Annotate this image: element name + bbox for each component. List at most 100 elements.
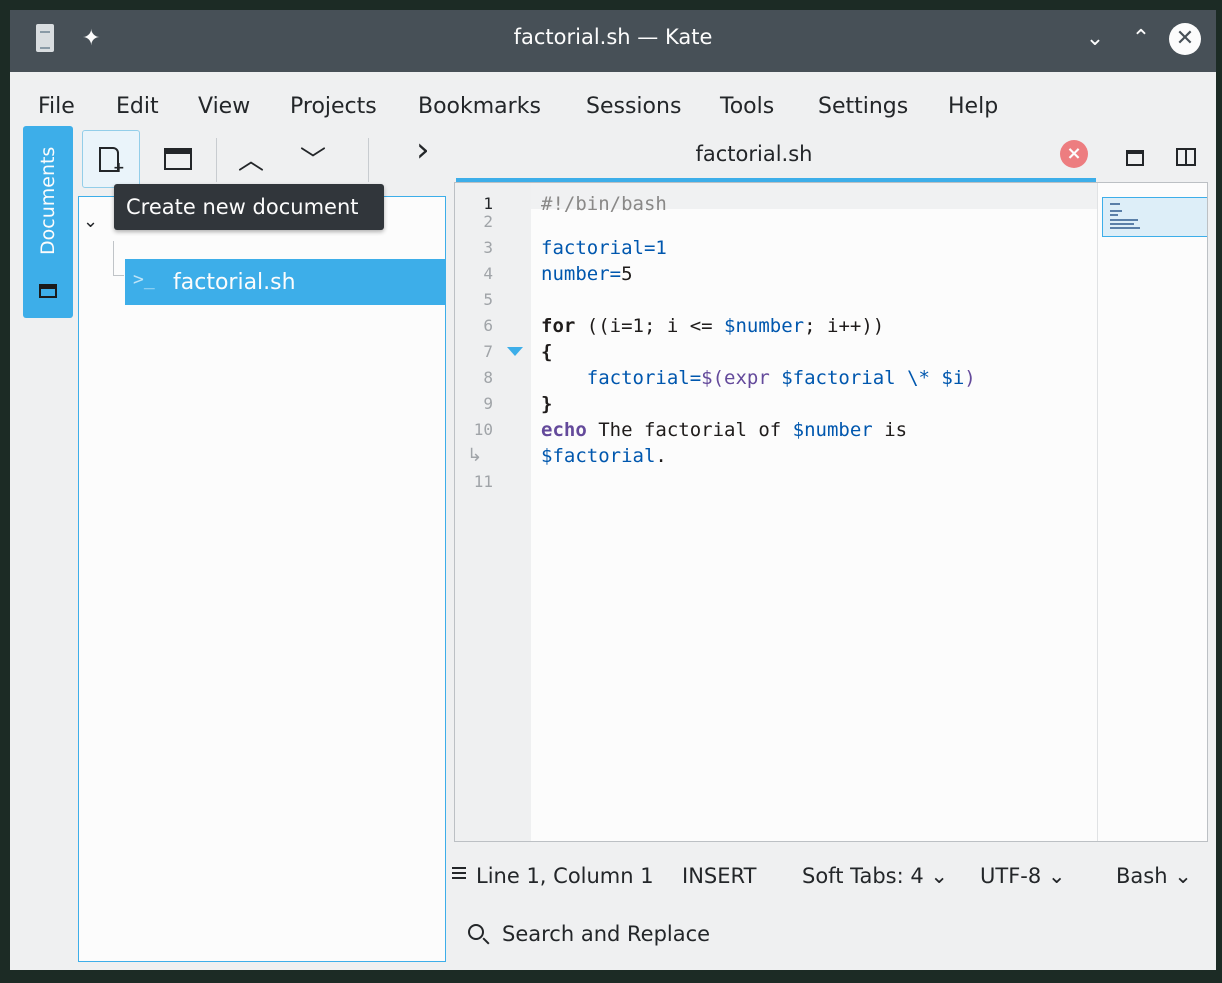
code-comment: #!/bin/bash — [541, 193, 667, 215]
document-item-label: factorial.sh — [173, 270, 296, 295]
status-bar: Line 1, Column 1 INSERT Soft Tabs: 4 ⌄ U… — [446, 850, 1216, 902]
document-item-factorial[interactable]: >_ factorial.sh — [125, 259, 445, 305]
code-variable: $factorial — [541, 445, 656, 467]
line-number: 11 — [473, 472, 493, 491]
code-line: { — [541, 339, 552, 365]
code-text: The factorial of — [586, 419, 793, 441]
language-dropdown[interactable]: Bash ⌄ — [1116, 864, 1192, 888]
menu-help[interactable]: Help — [948, 94, 998, 119]
menu-file[interactable]: File — [38, 94, 75, 119]
code-text: is — [872, 419, 908, 441]
line-number: 9 — [483, 394, 493, 413]
tab-factorial[interactable]: factorial.sh × — [454, 130, 1098, 182]
code-variable: $i — [941, 367, 965, 389]
code-line: factorial=$(expr $factorial \* $i) — [541, 365, 976, 391]
line-number: 10 — [473, 420, 493, 439]
more-tools-button[interactable]: › — [416, 130, 430, 170]
minimap-line — [1110, 219, 1138, 221]
fold-marker-icon[interactable] — [507, 347, 523, 356]
kate-window: ✦ factorial.sh — Kate ⌄ ⌃ ✕ File Edit Vi… — [10, 10, 1216, 970]
line-number: 6 — [483, 316, 493, 335]
line-number: 8 — [483, 368, 493, 387]
minimap-line — [1110, 210, 1122, 212]
code-line: number=5 — [541, 261, 633, 287]
new-tab-icon[interactable] — [1126, 150, 1144, 166]
split-view-icon[interactable] — [1176, 148, 1196, 166]
new-document-button[interactable]: + — [82, 130, 140, 188]
code-line: factorial=1 — [541, 235, 667, 261]
cursor-position[interactable]: Line 1, Column 1 — [476, 864, 654, 888]
code-text: ; i++)) — [804, 315, 885, 337]
tab-label: factorial.sh — [695, 142, 813, 166]
close-tab-icon[interactable]: × — [1060, 140, 1088, 168]
code-operator: \* — [895, 367, 942, 389]
chevron-down-icon: ⌄ — [930, 864, 949, 888]
code-line: } — [541, 391, 552, 417]
documents-tree[interactable]: ⌄ >_ factorial.sh — [78, 196, 446, 962]
documents-toolbar: + ︿ ﹀ › — [78, 126, 450, 188]
folder-open-icon — [164, 148, 192, 170]
search-replace-label: Search and Replace — [502, 922, 711, 946]
menu-view[interactable]: View — [198, 94, 250, 119]
window-title: factorial.sh — Kate — [513, 25, 713, 49]
chevron-down-icon: ⌄ — [1047, 864, 1066, 888]
minimap-line — [1110, 227, 1140, 229]
menu-bookmarks[interactable]: Bookmarks — [418, 94, 541, 119]
tree-branch-line — [113, 241, 124, 276]
code-text: . — [655, 445, 667, 467]
search-icon — [468, 924, 484, 940]
open-document-button[interactable] — [150, 130, 206, 186]
line-number: 4 — [483, 264, 493, 283]
minimap-line — [1110, 223, 1134, 225]
close-icon: ✕ — [1169, 23, 1201, 55]
code-substitution: ) — [964, 367, 976, 389]
minimap[interactable] — [1097, 183, 1207, 841]
code-assignment: number= — [541, 263, 622, 285]
code-assignment: factorial= — [541, 367, 702, 389]
search-replace-button[interactable]: Search and Replace — [454, 910, 854, 960]
minimap-line — [1110, 214, 1118, 216]
code-line: for ((i=1; i <= $number; i++)) — [541, 313, 884, 339]
sidebar-tab-label: Documents — [37, 146, 59, 256]
language-label: Bash — [1116, 864, 1168, 888]
code-text: ((i=1; i <= — [575, 315, 725, 337]
menu-tools[interactable]: Tools — [720, 94, 774, 119]
code-builtin: echo — [541, 419, 587, 441]
line-number-gutter: 1 2 3 4 5 6 7 8 9 10 11 ↳ — [455, 183, 531, 841]
menu-sessions[interactable]: Sessions — [586, 94, 681, 119]
dynamic-wrap-icon[interactable] — [452, 864, 466, 884]
encoding-dropdown[interactable]: UTF-8 ⌄ — [980, 864, 1066, 888]
menu-edit[interactable]: Edit — [116, 94, 159, 119]
code-editor[interactable]: 1 2 3 4 5 6 7 8 9 10 11 ↳ #!/bin/bash fa… — [454, 182, 1208, 842]
folder-icon — [39, 284, 57, 298]
input-mode[interactable]: INSERT — [682, 864, 756, 888]
toolbar-separator — [216, 138, 217, 182]
menu-settings[interactable]: Settings — [818, 94, 908, 119]
indentation-label: Soft Tabs: 4 — [802, 864, 924, 888]
code-variable: $factorial — [781, 367, 896, 389]
code-line: echo The factorial of $number is — [541, 417, 907, 443]
encoding-label: UTF-8 — [980, 864, 1042, 888]
plus-icon: + — [113, 160, 125, 176]
previous-document-button[interactable]: ︿ — [238, 140, 264, 177]
title-bar: ✦ factorial.sh — Kate ⌄ ⌃ ✕ — [10, 10, 1216, 72]
tooltip: Create new document — [114, 184, 384, 230]
minimize-button[interactable]: ⌄ — [1078, 22, 1112, 56]
line-number: 2 — [483, 212, 493, 231]
code-number: 5 — [621, 263, 633, 285]
line-number: 5 — [483, 290, 493, 309]
line-number: 7 — [483, 342, 493, 361]
code-brace: } — [541, 393, 553, 415]
code-brace: { — [541, 341, 553, 363]
code-variable: $number — [724, 315, 805, 337]
word-wrap-icon: ↳ — [467, 445, 483, 466]
menu-bar: File Edit View Projects Bookmarks Sessio… — [10, 72, 1216, 124]
maximize-button[interactable]: ⌃ — [1124, 22, 1158, 56]
indentation-dropdown[interactable]: Soft Tabs: 4 ⌄ — [802, 864, 948, 888]
sidebar-tab-documents[interactable]: Documents — [23, 126, 73, 318]
code-substitution: $(expr — [701, 367, 782, 389]
next-document-button[interactable]: ﹀ — [300, 140, 326, 177]
menu-projects[interactable]: Projects — [290, 94, 377, 119]
chevron-down-icon[interactable]: ⌄ — [83, 211, 98, 232]
close-window-button[interactable]: ✕ — [1168, 22, 1202, 56]
